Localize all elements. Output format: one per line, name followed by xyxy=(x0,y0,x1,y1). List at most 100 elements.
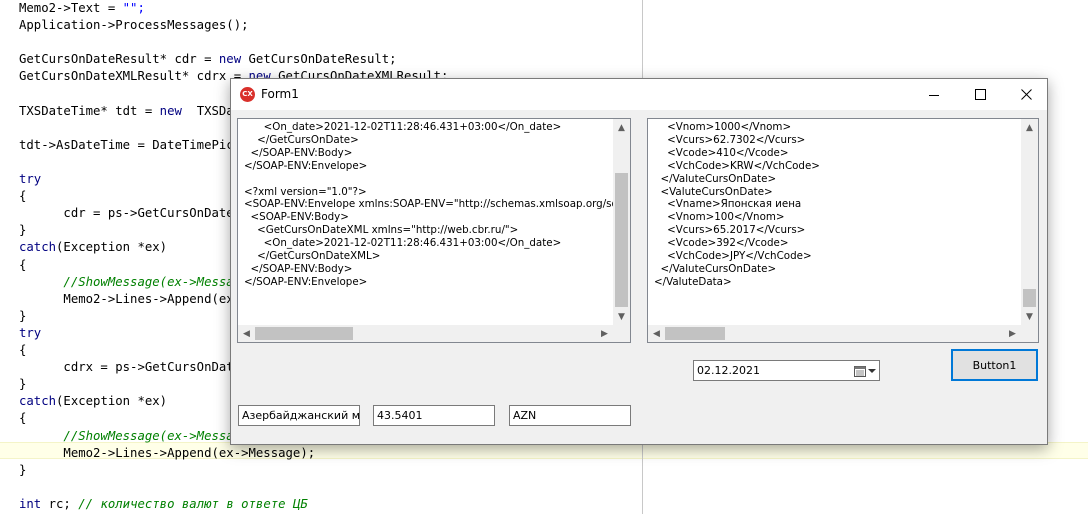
memo-line: </SOAP-ENV:Body> xyxy=(244,146,353,159)
scroll-thumb[interactable] xyxy=(255,327,353,340)
code-token: { xyxy=(19,189,27,204)
memo-line: <On_date>2021-12-02T11:28:46.431+03:00</… xyxy=(244,121,562,133)
code-token: new xyxy=(159,103,182,118)
scroll-thumb[interactable] xyxy=(1023,289,1036,307)
memo-left[interactable]: <On_date>2021-12-02T11:28:46.431+03:00</… xyxy=(237,118,631,343)
form1-window[interactable]: CX Form1 <On_date>2021-12-02T11:28:46.43… xyxy=(230,78,1048,445)
date-time-picker[interactable]: 02.12.2021 xyxy=(693,360,880,381)
calendar-icon xyxy=(854,365,866,377)
date-value: 02.12.2021 xyxy=(697,364,760,377)
scroll-up-arrow-icon[interactable]: ▲ xyxy=(613,119,630,136)
memo-line: </GetCursOnDate> xyxy=(244,133,359,146)
code-token: { xyxy=(19,343,27,357)
code-line: } xyxy=(19,222,26,238)
code-line: //ShowMessage(ex->Message); xyxy=(19,428,263,444)
code-line: GetCursOnDateResult* cdr = new GetCursOn… xyxy=(19,51,397,67)
minimize-icon xyxy=(929,94,939,96)
scroll-corner xyxy=(1021,325,1038,342)
memo-line: <On_date>2021-12-02T11:28:46.431+03:00</… xyxy=(244,237,562,250)
scroll-down-arrow-icon[interactable]: ▼ xyxy=(1021,308,1038,325)
memo-line: </ValuteData> xyxy=(654,275,732,288)
code-line: Memo2->Text = ""; xyxy=(19,0,145,16)
maximize-button[interactable] xyxy=(957,79,1003,110)
code-token: { xyxy=(19,257,27,272)
memo-right-vertical-scrollbar[interactable]: ▲ ▼ xyxy=(1021,119,1038,325)
memo-right-horizontal-scrollbar[interactable]: ◀ ▶ xyxy=(648,325,1021,342)
scroll-right-arrow-icon[interactable]: ▶ xyxy=(1004,325,1021,342)
memo-line: </SOAP-ENV:Envelope> xyxy=(244,159,368,172)
code-line: { xyxy=(19,188,26,204)
memo-left-vertical-scrollbar[interactable]: ▲ ▼ xyxy=(613,119,630,325)
chevron-down-icon xyxy=(868,368,876,373)
code-token: //ShowMessage(ex->Message); xyxy=(19,274,264,289)
memo-line: <SOAP-ENV:Envelope xmlns:SOAP-ENV="http:… xyxy=(244,198,631,211)
cx-app-icon: CX xyxy=(240,87,255,102)
code-token: Memo2->Text = xyxy=(19,1,123,15)
code-token: int xyxy=(19,496,42,511)
scroll-up-arrow-icon[interactable]: ▲ xyxy=(1021,119,1038,136)
code-line: try xyxy=(19,325,41,341)
code-line: try xyxy=(19,171,41,187)
memo-line: <GetCursOnDateXML xmlns="http://web.cbr.… xyxy=(244,224,519,237)
code-line: Application->ProcessMessages(); xyxy=(19,17,249,33)
memo-line: <?xml version="1.0"?> xyxy=(244,185,367,198)
code-line: } xyxy=(19,376,26,392)
code-token: TXSDateTime* tdt = xyxy=(19,103,160,118)
minimize-button[interactable] xyxy=(911,79,957,110)
code-token: GetCursOnDateResult; xyxy=(241,52,397,67)
scroll-left-arrow-icon[interactable]: ◀ xyxy=(238,325,255,342)
calendar-dropdown-icon[interactable] xyxy=(850,363,876,378)
code-token: } xyxy=(19,377,27,392)
code-line: int rc; // количество валют в ответе ЦБ xyxy=(19,496,308,512)
scroll-left-arrow-icon[interactable]: ◀ xyxy=(648,325,665,342)
code-line: { xyxy=(19,410,26,426)
memo-line: <Vcode>410</Vcode> xyxy=(654,146,789,159)
code-token: try xyxy=(19,325,42,340)
code-token: } xyxy=(19,223,27,238)
memo-line: </SOAP-ENV:Body> xyxy=(244,262,353,275)
memo-right[interactable]: <Vnom>1000</Vnom> <Vcurs>62.7302</Vcurs>… xyxy=(647,118,1039,343)
memo-line: </ValuteCursOnDate> xyxy=(654,262,777,275)
code-token: Memo2->Lines->Append(ex->Message); xyxy=(19,445,316,460)
code-token: } xyxy=(19,308,27,323)
memo-left-horizontal-scrollbar[interactable]: ◀ ▶ xyxy=(238,325,613,342)
code-line: Memo2->Lines->Append(ex->Message); xyxy=(19,445,315,461)
scroll-thumb[interactable] xyxy=(615,173,628,307)
code-token: (Exception *ex) xyxy=(56,240,168,255)
code-token: } xyxy=(19,462,27,477)
currency-code-field[interactable]: AZN xyxy=(509,405,631,426)
code-line: catch(Exception *ex) xyxy=(19,393,167,409)
button1[interactable]: Button1 xyxy=(951,349,1038,381)
code-token: (Exception *ex) xyxy=(56,394,168,409)
memo-line: <VchCode>JPY</VchCode> xyxy=(654,250,812,262)
code-line: } xyxy=(19,462,26,478)
code-token: new xyxy=(218,52,242,67)
memo-line: <ValuteCursOnDate> xyxy=(654,185,773,198)
code-token: ""; xyxy=(122,1,145,15)
currency-name-field[interactable]: Азербайджанский манат xyxy=(238,405,360,426)
code-token: try xyxy=(19,172,42,186)
maximize-icon xyxy=(974,89,986,100)
code-line: //ShowMessage(ex->Message); xyxy=(19,274,263,290)
currency-rate-field[interactable]: 43.5401 xyxy=(373,405,495,426)
close-button[interactable] xyxy=(1003,79,1049,110)
code-line: catch(Exception *ex) xyxy=(19,239,167,255)
window-title: Form1 xyxy=(261,87,299,101)
memo-line: <Vnom>1000</Vnom> xyxy=(654,121,792,133)
code-token: Application->ProcessMessages(); xyxy=(19,18,249,33)
title-bar[interactable]: CX Form1 xyxy=(231,79,1047,110)
memo-line: <Vnom>100</Vnom> xyxy=(654,211,785,224)
memo-line: </SOAP-ENV:Envelope> xyxy=(244,275,368,288)
code-token: GetCursOnDateXMLResult* cdrx = xyxy=(19,69,249,84)
scroll-thumb[interactable] xyxy=(665,327,725,340)
scroll-down-arrow-icon[interactable]: ▼ xyxy=(613,308,630,325)
memo-line: </ValuteCursOnDate> xyxy=(654,172,777,185)
code-line: { xyxy=(19,257,26,273)
close-icon xyxy=(1020,89,1032,100)
memo-line: <Vcurs>65.2017</Vcurs> xyxy=(654,224,806,237)
memo-line: <SOAP-ENV:Body> xyxy=(244,211,349,224)
memo-line: <Vcurs>62.7302</Vcurs> xyxy=(654,133,806,146)
memo-line: <Vcode>392</Vcode> xyxy=(654,237,789,250)
scroll-right-arrow-icon[interactable]: ▶ xyxy=(596,325,613,342)
code-token: // количество валют в ответе ЦБ xyxy=(78,496,308,511)
